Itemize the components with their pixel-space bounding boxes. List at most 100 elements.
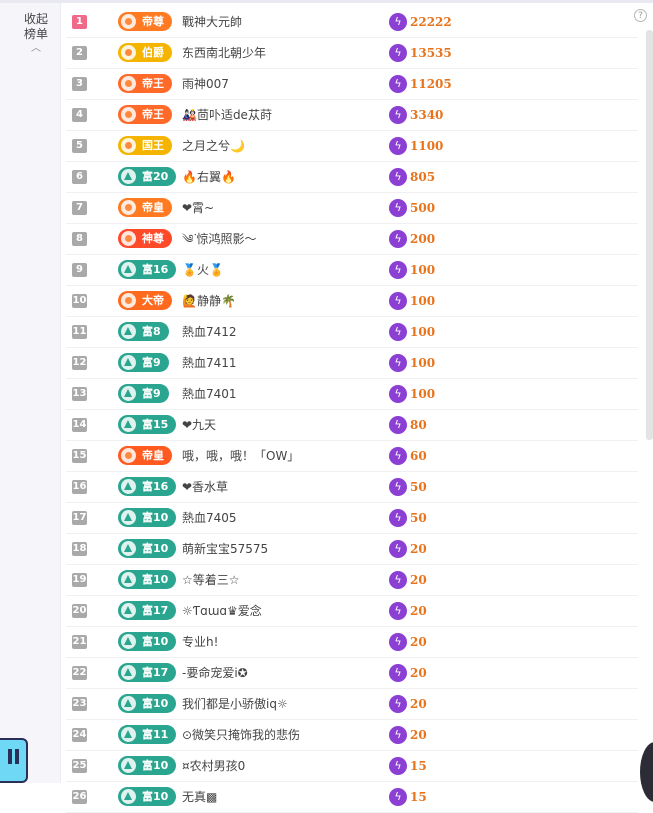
table-row[interactable]: 8 神尊 ༄ᐝ惊鸿照影～ ϟ 200 <box>66 224 638 255</box>
user-name[interactable]: ¤农村男孩0 <box>182 758 245 774</box>
lightning-icon: ϟ <box>389 230 407 248</box>
badge-label: 富10 <box>142 511 169 524</box>
rank-number: 6 <box>72 170 87 184</box>
wealth-level-icon <box>121 634 136 649</box>
contribution-score: 100 <box>410 294 436 308</box>
top-border <box>0 0 653 3</box>
user-name[interactable]: ༄ᐝ惊鸿照影～ <box>182 231 257 247</box>
rank-number: 2 <box>72 46 87 60</box>
wealth-level-icon <box>121 417 136 432</box>
table-row[interactable]: 15 帝皇 哦，哦，哦！「OW」 ϟ 60 <box>66 441 638 472</box>
user-name[interactable]: 专业h! <box>182 634 218 650</box>
table-row[interactable]: 26 富10 无真▩ ϟ 15 <box>66 782 638 813</box>
badge-label: 富10 <box>142 573 169 586</box>
rank-number: 23 <box>72 697 87 711</box>
level-badge: 富10 <box>118 539 177 558</box>
badge-label: 伯爵 <box>142 46 164 59</box>
rank-number: 24 <box>72 728 87 742</box>
badge-label: 富10 <box>142 759 169 772</box>
user-name[interactable]: 雨神007 <box>182 76 229 92</box>
level-badge: 富20 <box>118 167 177 186</box>
table-row[interactable]: 14 富15 ❤九天 ϟ 80 <box>66 410 638 441</box>
corner-avatar[interactable] <box>640 742 653 802</box>
user-name[interactable]: 熱血7411 <box>182 355 237 371</box>
user-name[interactable]: 萌新宝宝57575 <box>182 541 268 557</box>
table-row[interactable]: 22 富17 -要命宠爱i✪ ϟ 20 <box>66 658 638 689</box>
wealth-level-icon <box>121 355 136 370</box>
lightning-icon: ϟ <box>389 478 407 496</box>
badge-label: 富10 <box>142 542 169 555</box>
user-name[interactable]: ❤香水草 <box>182 479 228 495</box>
lightning-icon: ϟ <box>389 509 407 527</box>
user-name[interactable]: 无真▩ <box>182 789 217 805</box>
user-name[interactable]: -要命宠爱i✪ <box>182 665 248 681</box>
lightning-icon: ϟ <box>389 571 407 589</box>
user-name[interactable]: 熱血7401 <box>182 386 237 402</box>
table-row[interactable]: 4 帝王 🎎茴卟适de苁莳 ϟ 3340 <box>66 100 638 131</box>
wealth-level-icon <box>121 665 136 680</box>
noble-crown-icon <box>121 14 136 29</box>
table-row[interactable]: 9 富16 🏅火🏅 ϟ 100 <box>66 255 638 286</box>
table-row[interactable]: 21 富10 专业h! ϟ 20 <box>66 627 638 658</box>
wealth-level-icon <box>121 262 136 277</box>
table-row[interactable]: 19 富10 ☆等着三☆ ϟ 20 <box>66 565 638 596</box>
table-row[interactable]: 24 富11 ⊙微笑只掩饰我的悲伤 ϟ 20 <box>66 720 638 751</box>
contribution-score: 100 <box>410 263 436 277</box>
table-row[interactable]: 18 富10 萌新宝宝57575 ϟ 20 <box>66 534 638 565</box>
table-row[interactable]: 23 富10 我们都是小骄傲iq☼ ϟ 20 <box>66 689 638 720</box>
contribution-score: 805 <box>410 170 436 184</box>
pause-widget-icon[interactable] <box>0 738 28 783</box>
badge-label: 富16 <box>142 263 169 276</box>
badge-label: 富16 <box>142 480 169 493</box>
user-name[interactable]: 🎎茴卟适de苁莳 <box>182 107 272 123</box>
table-row[interactable]: 16 富16 ❤香水草 ϟ 50 <box>66 472 638 503</box>
badge-label: 帝王 <box>142 108 164 121</box>
user-name[interactable]: 之月之兮🌙 <box>182 138 245 154</box>
table-row[interactable]: 12 富9 熱血7411 ϟ 100 <box>66 348 638 379</box>
table-row[interactable]: 3 帝王 雨神007 ϟ 11205 <box>66 69 638 100</box>
lightning-icon: ϟ <box>389 416 407 434</box>
user-name[interactable]: 🏅火🏅 <box>182 262 224 278</box>
table-row[interactable]: 1 帝尊 戰神大元帥 ϟ 22222 <box>66 7 638 38</box>
user-name[interactable]: 哦，哦，哦！「OW」 <box>182 448 299 464</box>
user-name[interactable]: 熱血7405 <box>182 510 237 526</box>
table-row[interactable]: 25 富10 ¤农村男孩0 ϟ 15 <box>66 751 638 782</box>
user-name[interactable]: ⊙微笑只掩饰我的悲伤 <box>182 727 300 743</box>
rank-number: 10 <box>72 294 87 308</box>
noble-crown-icon <box>121 448 136 463</box>
rank-number: 4 <box>72 108 87 122</box>
user-name[interactable]: ❤霄~ <box>182 200 214 216</box>
level-badge: 帝皇 <box>118 446 172 465</box>
table-row[interactable]: 20 富17 ☼Ƭɑɯɑ♛爱念 ϟ 20 <box>66 596 638 627</box>
wealth-level-icon <box>121 541 136 556</box>
noble-crown-icon <box>121 107 136 122</box>
table-row[interactable]: 6 富20 🔥右翼🔥 ϟ 805 <box>66 162 638 193</box>
table-row[interactable]: 11 富8 熱血7412 ϟ 100 <box>66 317 638 348</box>
contribution-score: 60 <box>410 449 427 463</box>
user-name[interactable]: 东西南北朝少年 <box>182 45 266 61</box>
table-row[interactable]: 10 大帝 🙋静静🌴 ϟ 100 <box>66 286 638 317</box>
user-name[interactable]: 我们都是小骄傲iq☼ <box>182 696 288 712</box>
badge-label: 富10 <box>142 790 169 803</box>
table-row[interactable]: 5 国王 之月之兮🌙 ϟ 1100 <box>66 131 638 162</box>
collapse-leaderboard-button[interactable]: 收起 榜单 ︿ <box>18 12 54 54</box>
user-name[interactable]: 戰神大元帥 <box>182 14 242 30</box>
user-name[interactable]: ☆等着三☆ <box>182 572 240 588</box>
table-row[interactable]: 7 帝皇 ❤霄~ ϟ 500 <box>66 193 638 224</box>
level-badge: 帝皇 <box>118 198 172 217</box>
user-name[interactable]: 🔥右翼🔥 <box>182 169 236 185</box>
table-row[interactable]: 2 伯爵 东西南北朝少年 ϟ 13535 <box>66 38 638 69</box>
collapse-label-line1: 收起 <box>23 12 48 26</box>
scrollbar[interactable] <box>646 30 653 440</box>
user-name[interactable]: ❤九天 <box>182 417 216 433</box>
badge-label: 富17 <box>142 604 169 617</box>
lightning-icon: ϟ <box>389 292 407 310</box>
user-name[interactable]: ☼Ƭɑɯɑ♛爱念 <box>182 603 262 619</box>
table-row[interactable]: 13 富9 熱血7401 ϟ 100 <box>66 379 638 410</box>
contribution-score: 3340 <box>410 108 444 122</box>
user-name[interactable]: 🙋静静🌴 <box>182 293 236 309</box>
level-badge: 富10 <box>118 694 177 713</box>
user-name[interactable]: 熱血7412 <box>182 324 237 340</box>
rank-number: 9 <box>72 263 87 277</box>
table-row[interactable]: 17 富10 熱血7405 ϟ 50 <box>66 503 638 534</box>
